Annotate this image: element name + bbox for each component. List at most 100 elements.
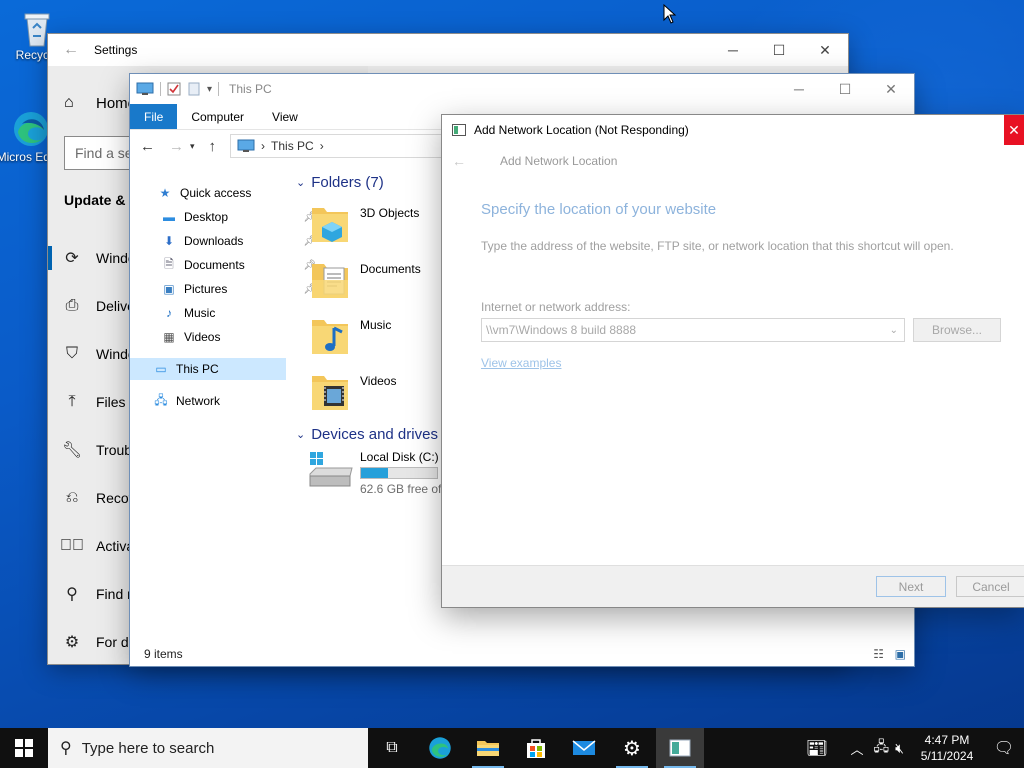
browse-button[interactable]: Browse... xyxy=(913,318,1001,342)
search-icon: ⚲ xyxy=(60,740,72,757)
settings-item-label: Activa xyxy=(96,538,135,554)
forward-arrow-icon[interactable]: → xyxy=(169,138,184,155)
devices-group-header[interactable]: ⌄ Devices and drives ( xyxy=(296,426,447,443)
network-location-icon xyxy=(452,124,466,136)
tab-view[interactable]: View xyxy=(258,104,312,129)
check-circle-icon: ✓⃝ xyxy=(60,537,84,554)
address-text: This PC xyxy=(271,139,314,153)
maximize-button[interactable]: ☐ xyxy=(822,74,868,104)
computer-icon xyxy=(136,82,154,95)
cancel-button[interactable]: Cancel xyxy=(956,576,1024,597)
taskbar-clock[interactable]: 4:47 PM 5/11/2024 xyxy=(910,732,984,764)
tab-computer[interactable]: Computer xyxy=(177,104,258,129)
taskbar-settings[interactable]: ⚙ xyxy=(608,728,656,768)
chevron-down-icon[interactable]: ⌄ xyxy=(890,325,898,336)
taskbar-search-box[interactable]: ⚲ Type here to search xyxy=(48,728,368,768)
backup-icon: ⤒ xyxy=(68,393,76,410)
notification-icon[interactable]: 🗨︎ xyxy=(984,738,1024,758)
music-folder-icon xyxy=(310,314,350,358)
nav-label: Music xyxy=(184,306,216,320)
network-location-icon xyxy=(669,739,691,757)
close-button[interactable]: ✕ xyxy=(802,34,848,66)
taskbar-edge[interactable] xyxy=(416,728,464,768)
tab-file[interactable]: File xyxy=(130,104,178,129)
nav-quick-access[interactable]: ★ Quick access xyxy=(156,182,312,204)
large-icons-view-icon[interactable]: ▣ xyxy=(895,647,906,661)
videos-folder-icon xyxy=(310,370,350,414)
settings-item-label: Troub xyxy=(96,442,133,458)
maximize-button[interactable]: ☐ xyxy=(756,34,802,66)
nav-label: This PC xyxy=(176,362,219,376)
network-address-value: \\vm7\Windows 8 build 8888 xyxy=(486,323,637,337)
3d-objects-folder-icon xyxy=(310,202,350,246)
network-status-icon[interactable]: 🖧︎ xyxy=(874,736,890,760)
task-view-icon: ⧉ xyxy=(386,739,398,756)
shield-icon: ⛉ xyxy=(65,345,78,362)
nav-label: Quick access xyxy=(180,186,252,200)
back-arrow-icon[interactable]: ← xyxy=(140,138,155,155)
close-button[interactable]: ✕ xyxy=(868,74,914,104)
folders-group-header[interactable]: ⌄ Folders (7) xyxy=(296,174,384,191)
details-view-icon[interactable]: ☷ xyxy=(873,647,884,661)
nav-label: Pictures xyxy=(184,282,228,296)
desktop-folder-icon: ▬ xyxy=(163,210,175,224)
back-arrow-icon[interactable]: ← xyxy=(48,41,94,59)
nav-network[interactable]: 🖧︎ Network xyxy=(152,390,308,412)
developer-icon: ⚙ xyxy=(64,634,80,651)
nav-label: Downloads xyxy=(184,234,244,248)
dialog-title: Add Network Location (Not Responding) xyxy=(474,123,689,137)
chevron-down-icon: ⌄ xyxy=(296,177,306,189)
customize-toolbar-icon[interactable]: ▾ xyxy=(207,84,212,95)
clock-time: 4:47 PM xyxy=(924,733,970,747)
folder-music[interactable]: Music xyxy=(310,314,440,364)
drive-label: Local Disk (C:) xyxy=(360,450,439,464)
dialog-body: ← Add Network Location Specify the locat… xyxy=(442,145,1024,565)
dialog-footer: Next Cancel xyxy=(442,565,1024,607)
minimize-button[interactable]: ─ xyxy=(710,34,756,66)
close-button[interactable]: ✕ xyxy=(1004,115,1024,145)
chevron-up-icon[interactable]: ︿ xyxy=(851,739,864,758)
delivery-icon: ⎙ xyxy=(65,297,79,314)
recent-locations-icon[interactable]: ▾ xyxy=(190,141,195,152)
taskbar-network-dialog[interactable] xyxy=(656,728,704,768)
film-icon: ▦ xyxy=(163,330,175,344)
task-view-button[interactable]: ⧉ xyxy=(368,728,416,768)
system-tray: 📰︎ ︿ 🖧︎ 🔇︎ 4:47 PM 5/11/2024 🗨︎ xyxy=(806,728,1024,768)
add-network-location-dialog: Add Network Location (Not Responding) ✕ … xyxy=(442,115,1024,607)
taskbar: ⚲ Type here to search ⧉ ⚙ 📰︎ ︿ 🖧︎ 🔇︎ 4:4… xyxy=(0,728,1024,768)
taskbar-mail[interactable] xyxy=(560,728,608,768)
status-bar: 9 items ☷ ▣ xyxy=(130,642,914,666)
download-arrow-icon: ⬇ xyxy=(163,234,175,248)
settings-home[interactable]: ⌂ Home xyxy=(64,94,136,112)
chevron-right-icon: › xyxy=(319,139,324,153)
folder-icon xyxy=(477,741,499,756)
folder-videos[interactable]: Videos xyxy=(310,370,440,420)
settings-title: Settings xyxy=(94,43,138,57)
properties-icon[interactable] xyxy=(167,82,181,96)
volume-muted-icon[interactable]: 🔇︎ xyxy=(895,740,904,757)
start-button[interactable] xyxy=(0,728,48,768)
chevron-right-icon: › xyxy=(261,139,266,153)
nav-label: Videos xyxy=(184,330,221,344)
taskbar-store[interactable] xyxy=(512,728,560,768)
home-icon: ⌂ xyxy=(64,94,74,111)
folder-label: Music xyxy=(360,318,392,332)
minimize-button[interactable]: ─ xyxy=(776,74,822,104)
taskbar-file-explorer[interactable] xyxy=(464,728,512,768)
network-address-combobox[interactable]: \\vm7\Windows 8 build 8888 ⌄ xyxy=(481,318,905,342)
new-folder-icon[interactable] xyxy=(187,82,201,96)
news-widget-icon[interactable]: 📰︎ xyxy=(806,738,829,759)
nav-label: Network xyxy=(176,394,221,408)
folder-documents[interactable]: Documents xyxy=(310,258,440,308)
network-icon: 🖧︎ xyxy=(154,392,168,407)
drive-local-disk-c[interactable]: Local Disk (C:) 62.6 GB free of 9 xyxy=(308,450,451,496)
next-button[interactable]: Next xyxy=(876,576,946,597)
clock-date: 5/11/2024 xyxy=(920,749,974,763)
nav-label: Desktop xyxy=(184,210,229,224)
back-arrow-icon[interactable]: ← xyxy=(452,153,466,169)
up-arrow-icon[interactable]: ↑ xyxy=(209,138,217,155)
nav-this-pc[interactable]: ▭ This PC xyxy=(130,358,286,380)
view-examples-link[interactable]: View examples xyxy=(481,356,561,370)
wizard-description: Type the address of the website, FTP sit… xyxy=(481,239,954,253)
folder-3d-objects[interactable]: 3D Objects xyxy=(310,202,440,252)
